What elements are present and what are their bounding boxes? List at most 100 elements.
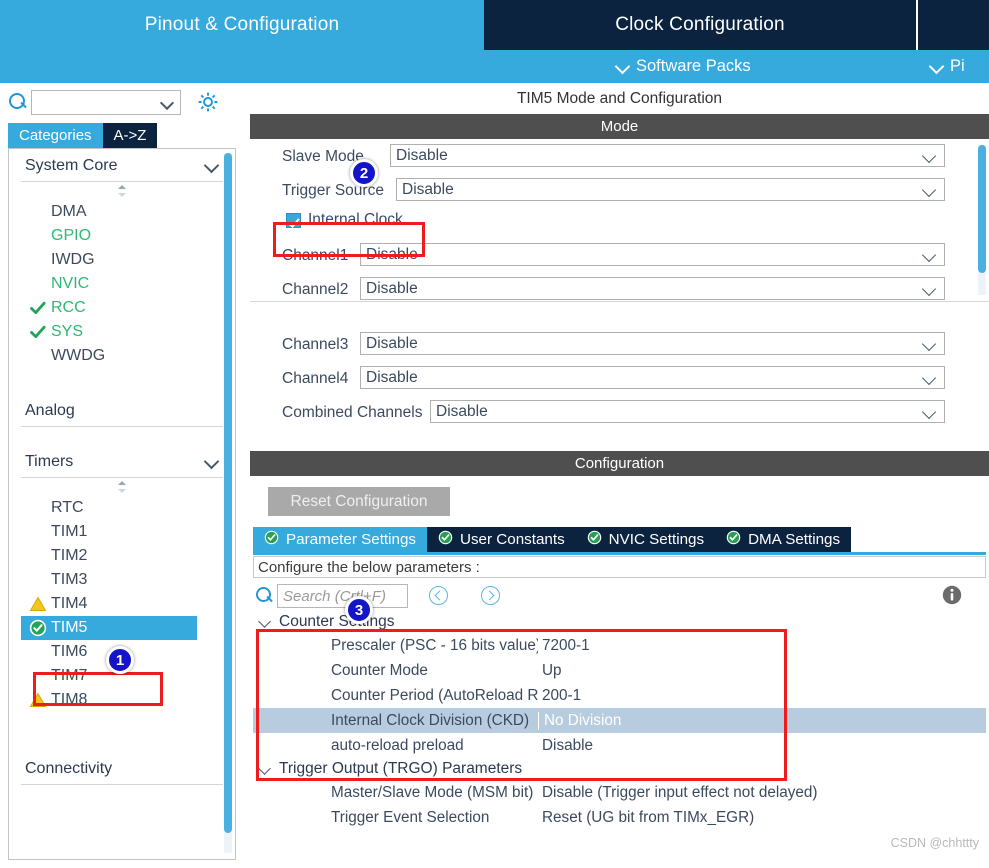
sidebar-item-label: RCC (51, 299, 86, 316)
channel2-label: Channel2 (282, 281, 349, 298)
combined-channels-select[interactable]: Disable (430, 400, 945, 423)
sidebar-item-label: TIM7 (51, 667, 88, 684)
group-system-core-label: System Core (25, 157, 118, 174)
channel2-select[interactable]: Disable (360, 277, 945, 300)
sidebar-item-tim2[interactable]: TIM2 (21, 544, 223, 568)
group-analog: Analog (21, 394, 223, 427)
param-name: Internal Clock Division (CKD) (331, 711, 530, 729)
tab-pinout-configuration-label: Pinout & Configuration (144, 14, 340, 35)
param-value: Disable (Trigger input effect not delaye… (542, 783, 818, 801)
group-system-core-header[interactable]: System Core (21, 149, 223, 182)
reset-configuration-label: Reset Configuration (290, 492, 428, 510)
pinout-menu[interactable]: Pi (930, 57, 965, 76)
table-row[interactable]: Prescaler (PSC - 16 bits value) 7200-1 (253, 633, 986, 658)
tab-clock-configuration-label: Clock Configuration (615, 14, 785, 35)
table-row[interactable]: Trigger Event Selection Reset (UG bit fr… (253, 805, 986, 830)
sidebar-item-tim1[interactable]: TIM1 (21, 520, 223, 544)
mode-section-continued: Channel3 Disable Channel4 Disable Combin… (250, 319, 989, 441)
chevron-down-icon (616, 60, 629, 73)
tab-categories-label: Categories (19, 127, 92, 144)
combined-channels-label: Combined Channels (282, 404, 423, 421)
timers-items: RTC TIM1 TIM2 TIM3 TIM4 TIM5 TIM6 TIM7 T… (21, 496, 223, 712)
slave-mode-select[interactable]: Disable (390, 144, 945, 167)
ok-circle-icon (438, 530, 453, 549)
sidebar-item-tim8[interactable]: TIM8 (21, 688, 223, 712)
annotation-badge-1-label: 1 (115, 651, 125, 669)
checkmark-icon (29, 299, 47, 317)
sidebar-item-tim5[interactable]: TIM5 (21, 616, 197, 640)
group-timers-header[interactable]: Timers (21, 445, 223, 478)
parameter-search-input[interactable]: Search (Crtl+F) (277, 584, 408, 608)
row-channel1: Channel1 (282, 244, 348, 268)
channel1-select[interactable]: Disable (360, 243, 945, 266)
chevron-down-icon[interactable] (162, 98, 173, 109)
scroll-spinner-icon[interactable] (21, 182, 223, 200)
configuration-section: Reset Configuration Parameter Settings U… (250, 476, 989, 868)
tab-categories[interactable]: Categories (8, 123, 103, 148)
table-row[interactable]: Master/Slave Mode (MSM bit) Disable (Tri… (253, 780, 986, 805)
sidebar-item-rtc[interactable]: RTC (21, 496, 223, 520)
tab-overflow[interactable] (918, 0, 989, 50)
param-name: Trigger Event Selection (331, 808, 490, 826)
sidebar-item-dma[interactable]: DMA (21, 200, 223, 224)
trigger-source-select[interactable]: Disable (396, 178, 945, 201)
channel3-select[interactable]: Disable (360, 332, 945, 355)
reset-configuration-button[interactable]: Reset Configuration (268, 487, 450, 516)
configure-parameters-note-label: Configure the below parameters : (258, 558, 480, 576)
row-channel2: Channel2 (282, 278, 348, 302)
info-icon[interactable] (941, 584, 963, 606)
table-row[interactable]: Counter Mode Up (253, 658, 986, 683)
sidebar-item-label: TIM4 (51, 595, 88, 612)
tab-nvic-settings[interactable]: NVIC Settings (575, 527, 716, 552)
gear-icon[interactable] (195, 89, 221, 115)
sidebar-item-wwdg[interactable]: WWDG (21, 344, 223, 368)
section-counter-settings-label: Counter Settings (279, 613, 395, 630)
table-row[interactable]: auto-reload preload Disable (253, 733, 986, 758)
secondary-bar: Software Packs Pi (0, 50, 989, 83)
group-connectivity-header[interactable]: Connectivity (21, 752, 223, 785)
sidebar-item-tim4[interactable]: TIM4 (21, 592, 223, 616)
table-row[interactable]: Counter Period (AutoReload Register... 2… (253, 683, 986, 708)
tab-user-constants[interactable]: User Constants (427, 527, 576, 552)
checkbox-checked-icon[interactable] (286, 212, 301, 228)
sidebar-item-label: TIM1 (51, 523, 88, 540)
software-packs-menu[interactable]: Software Packs (616, 57, 751, 76)
tab-pinout-configuration[interactable]: Pinout & Configuration (0, 0, 484, 50)
sidebar-search-input[interactable] (31, 89, 181, 115)
param-value: No Division (538, 711, 621, 730)
sidebar-scrollbar-thumb[interactable] (224, 153, 232, 833)
sidebar-item-sys[interactable]: SYS (21, 320, 223, 344)
channel4-select[interactable]: Disable (360, 366, 945, 389)
mode-scrollbar-thumb[interactable] (978, 145, 986, 273)
sidebar-item-tim3[interactable]: TIM3 (21, 568, 223, 592)
sidebar-item-nvic[interactable]: NVIC (21, 272, 223, 296)
group-analog-header[interactable]: Analog (21, 394, 223, 427)
internal-clock-checkbox-row[interactable]: Internal Clock (286, 211, 403, 229)
tab-clock-configuration[interactable]: Clock Configuration (484, 0, 918, 50)
software-packs-label: Software Packs (636, 57, 751, 75)
table-row[interactable]: Internal Clock Division (CKD) No Divisio… (253, 708, 986, 733)
configuration-band: Configuration (250, 451, 989, 476)
mode-band-label: Mode (600, 118, 639, 135)
sidebar-item-label: SYS (51, 323, 84, 340)
channel1-label: Channel1 (282, 247, 349, 264)
channel4-label: Channel4 (282, 370, 349, 387)
chevron-down-icon (205, 455, 219, 469)
section-trigger-output[interactable]: Trigger Output (TRGO) Parameters (253, 758, 986, 780)
annotation-badge-2: 2 (350, 159, 378, 187)
tab-parameter-settings[interactable]: Parameter Settings (253, 527, 427, 552)
sidebar-item-iwdg[interactable]: IWDG (21, 248, 223, 272)
group-system-core: System Core DMA GPIO IWDG NVIC RCC SYS W… (21, 149, 223, 368)
next-match-icon[interactable] (481, 586, 500, 605)
sidebar-item-gpio[interactable]: GPIO (21, 224, 223, 248)
previous-match-icon[interactable] (429, 586, 448, 605)
watermark: CSDN @chhttty (891, 836, 979, 850)
sidebar-item-rcc[interactable]: RCC (21, 296, 223, 320)
tab-a-to-z[interactable]: A->Z (102, 123, 158, 148)
scroll-spinner-icon[interactable] (21, 478, 223, 496)
row-channel4: Channel4 (282, 367, 348, 391)
sidebar-view-tabs: Categories A->Z (8, 123, 158, 148)
tab-nvic-settings-label: NVIC Settings (608, 531, 705, 548)
tab-dma-settings[interactable]: DMA Settings (715, 527, 852, 552)
